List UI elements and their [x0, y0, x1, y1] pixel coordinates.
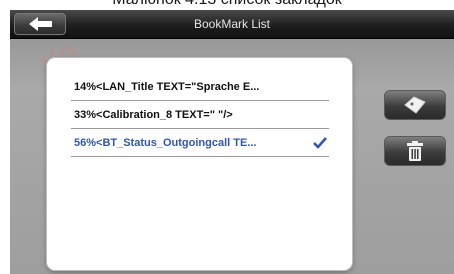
checkmark-icon: [313, 137, 327, 149]
bookmark-item-1[interactable]: 14%<LAN_Title TEXT="Sprache E...: [71, 74, 329, 101]
device-screen: Ко BookMark List 14%<LAN_Title TEXT="Spr…: [10, 10, 454, 274]
bookmark-list: 14%<LAN_Title TEXT="Sprache E... 33%<Cal…: [47, 58, 352, 270]
bookmark-tag-icon: [404, 96, 426, 114]
bookmark-item-label: 33%<Calibration_8 TEXT=" "/>: [74, 109, 233, 121]
bookmark-item-label: 14%<LAN_Title TEXT="Sprache E...: [74, 81, 260, 93]
bookmark-item-2[interactable]: 33%<Calibration_8 TEXT=" "/>: [71, 102, 329, 129]
arrow-left-icon: [29, 17, 52, 31]
bookmark-item-3[interactable]: 56%<BT_Status_Outgoingcall TE...: [71, 130, 329, 157]
back-button[interactable]: [14, 13, 66, 35]
figure-caption: Малюнок 4.13 список закладок: [0, 0, 454, 10]
edit-bookmark-button[interactable]: [384, 90, 446, 120]
delete-bookmark-button[interactable]: [384, 136, 446, 166]
bookmark-item-label: 56%<BT_Status_Outgoingcall TE...: [74, 137, 257, 149]
title-bar: BookMark List: [10, 10, 454, 39]
page-title: BookMark List: [193, 17, 271, 31]
trash-icon: [407, 141, 423, 161]
figure-caption-text: Малюнок 4.13 список закладок: [0, 0, 454, 8]
